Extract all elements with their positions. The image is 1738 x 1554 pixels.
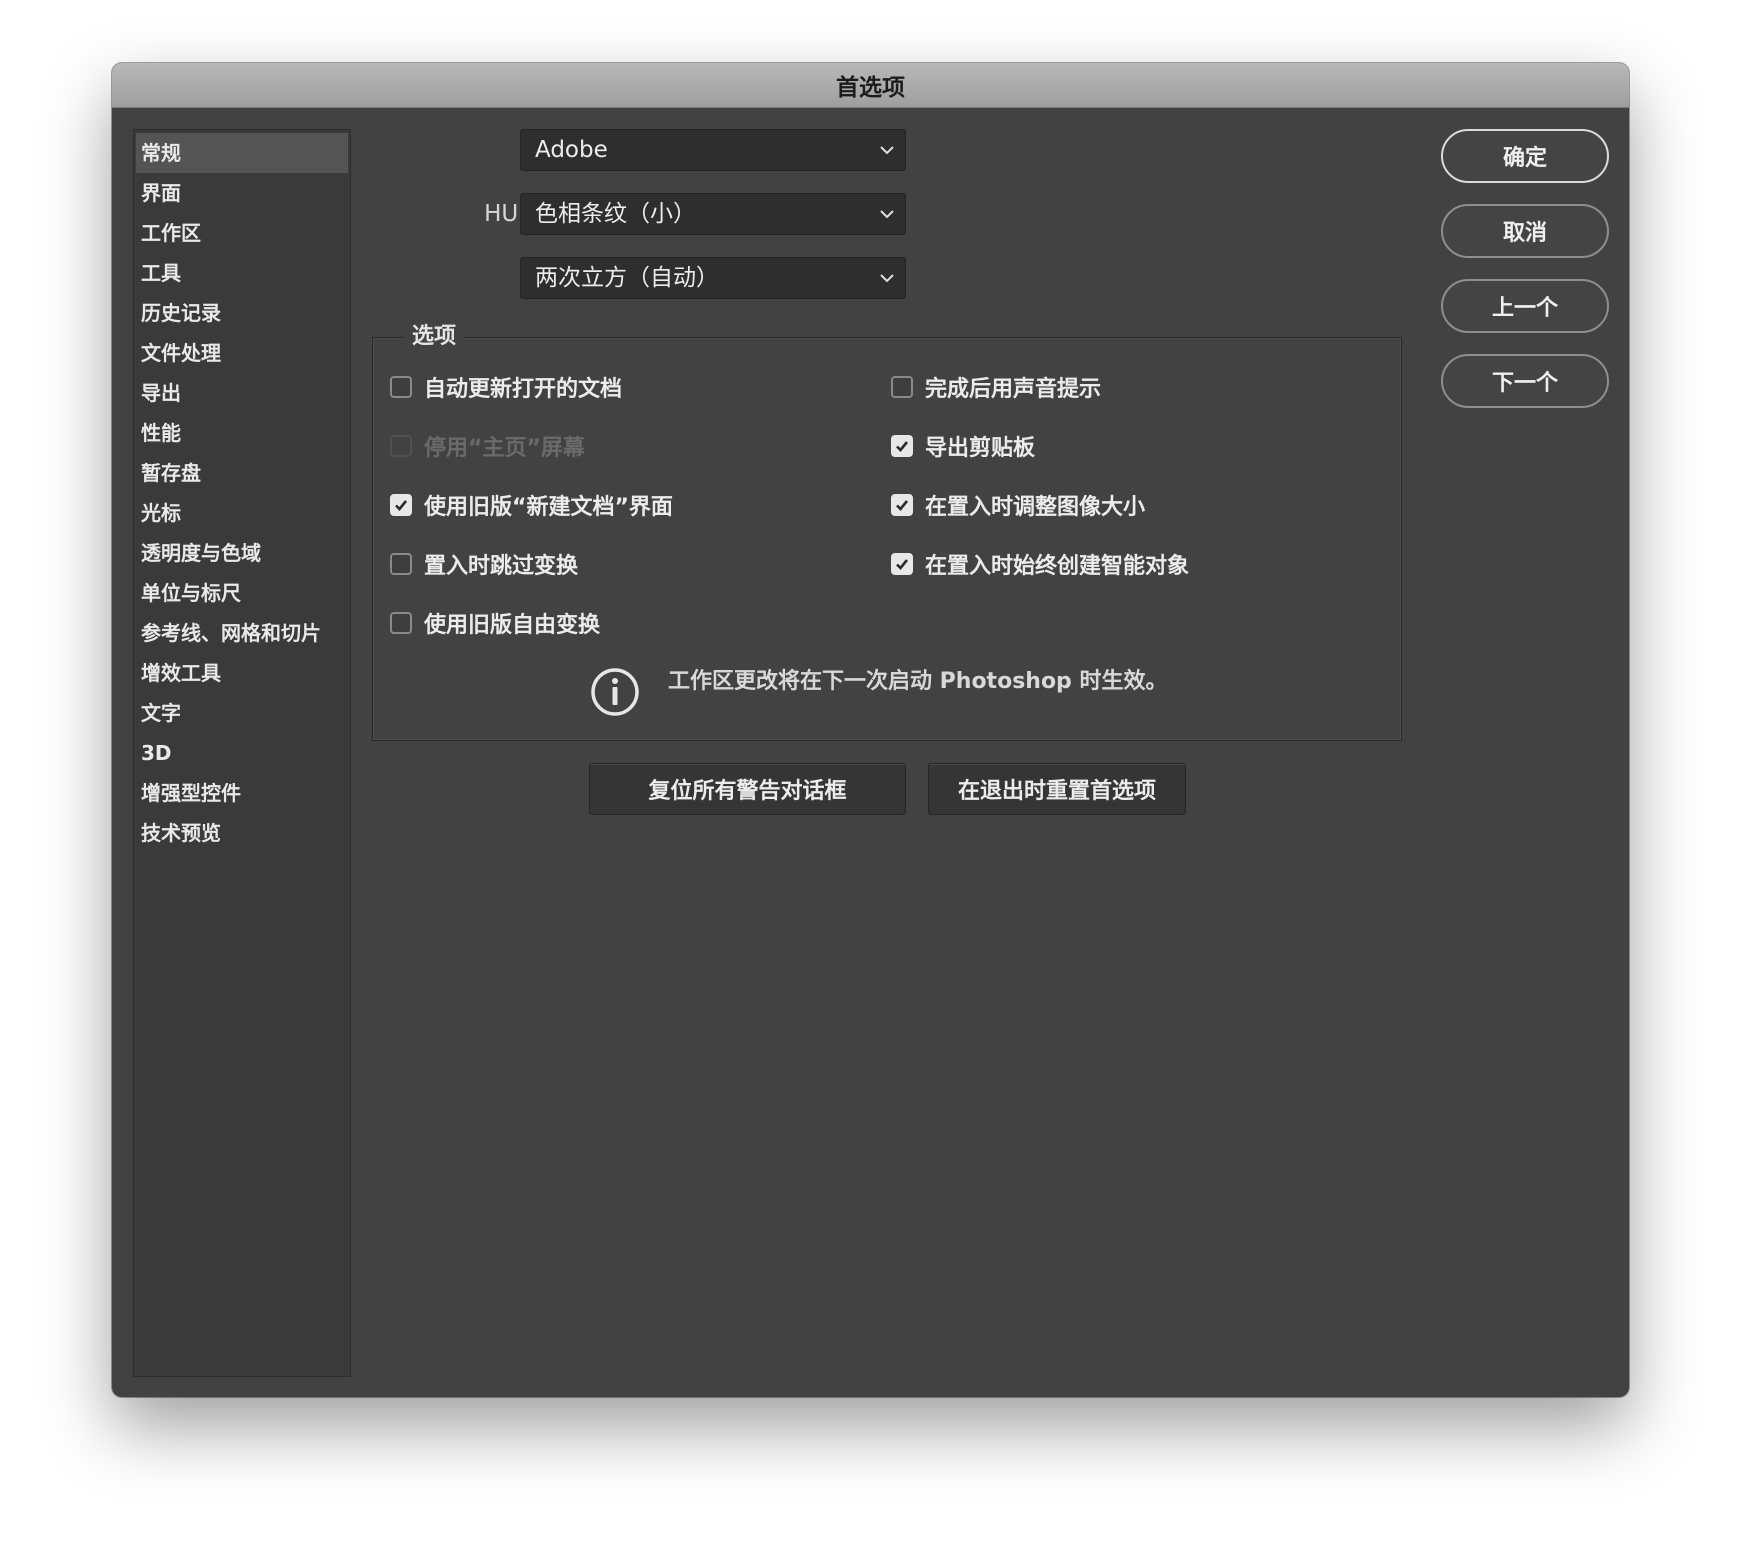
next-button[interactable]: 下一个 [1441, 354, 1609, 408]
sidebar-item-general[interactable]: 常规 [136, 133, 348, 173]
option-legacy-free-transform[interactable]: 使用旧版自由变换 [390, 608, 600, 638]
image-interpolation-select[interactable]: 两次立方（自动） [520, 257, 906, 299]
option-label: 使用旧版“新建文档”界面 [424, 495, 673, 520]
sidebar-item-cursors[interactable]: 光标 [134, 493, 350, 533]
info-message: 工作区更改将在下一次启动 Photoshop 时生效。 [668, 669, 1168, 694]
option-label: 置入时跳过变换 [424, 554, 579, 579]
hud-color-picker-value: 色相条纹（小） [535, 201, 696, 227]
sidebar-item-scratch-disks[interactable]: 暂存盘 [134, 453, 350, 493]
sidebar-item-export[interactable]: 导出 [134, 373, 350, 413]
color-picker-select[interactable]: Adobe [520, 129, 906, 171]
option-resize-on-place[interactable]: 在置入时调整图像大小 [891, 490, 1145, 520]
checkmark-icon [896, 559, 909, 570]
reset-all-warnings-button[interactable]: 复位所有警告对话框 [589, 763, 906, 815]
sidebar-item-history[interactable]: 历史记录 [134, 293, 350, 333]
checkmark-icon [896, 500, 909, 511]
option-beep-when-done[interactable]: 完成后用声音提示 [891, 372, 1101, 402]
checkmark-icon [395, 500, 408, 511]
chevron-down-icon [880, 210, 894, 219]
option-label: 在置入时调整图像大小 [925, 495, 1146, 520]
option-auto-update-docs[interactable]: 自动更新打开的文档 [390, 372, 622, 402]
preferences-dialog: 首选项 常规 界面 工作区 工具 历史记录 文件处理 导出 性能 暂存盘 光标 … [112, 63, 1629, 1397]
option-always-smart-objects[interactable]: 在置入时始终创建智能对象 [891, 549, 1189, 579]
sidebar-item-technology-previews[interactable]: 技术预览 [134, 813, 350, 853]
checkbox[interactable] [891, 376, 913, 398]
option-label: 在置入时始终创建智能对象 [925, 554, 1190, 579]
sidebar-item-tools[interactable]: 工具 [134, 253, 350, 293]
option-legacy-new-document[interactable]: 使用旧版“新建文档”界面 [390, 490, 673, 520]
info-icon [591, 668, 639, 716]
checkbox[interactable] [891, 494, 913, 516]
chevron-down-icon [880, 146, 894, 155]
sidebar-item-guides-grid-slices[interactable]: 参考线、网格和切片 [134, 613, 350, 653]
option-label: 停用“主页”屏幕 [424, 436, 585, 461]
sidebar-item-file-handling[interactable]: 文件处理 [134, 333, 350, 373]
sidebar-item-transparency-gamut[interactable]: 透明度与色域 [134, 533, 350, 573]
sidebar-item-3d[interactable]: 3D [134, 733, 350, 773]
hud-color-picker-select[interactable]: 色相条纹（小） [520, 193, 906, 235]
category-list[interactable]: 常规 界面 工作区 工具 历史记录 文件处理 导出 性能 暂存盘 光标 透明度与… [133, 129, 351, 1377]
checkbox[interactable] [390, 612, 412, 634]
checkbox[interactable] [891, 435, 913, 457]
sidebar-item-workspace[interactable]: 工作区 [134, 213, 350, 253]
option-label: 使用旧版自由变换 [424, 613, 601, 638]
sidebar-item-plugins[interactable]: 增效工具 [134, 653, 350, 693]
checkbox[interactable] [390, 553, 412, 575]
checkmark-icon [896, 441, 909, 452]
option-disable-home-screen: 停用“主页”屏幕 [390, 431, 585, 461]
cancel-button[interactable]: 取消 [1441, 204, 1609, 258]
color-picker-value: Adobe [535, 137, 608, 163]
chevron-down-icon [880, 274, 894, 283]
ok-button[interactable]: 确定 [1441, 129, 1609, 183]
option-label: 完成后用声音提示 [925, 377, 1102, 402]
sidebar-item-interface[interactable]: 界面 [134, 173, 350, 213]
reset-prefs-on-quit-button[interactable]: 在退出时重置首选项 [928, 763, 1186, 815]
sidebar-item-enhanced-controls[interactable]: 增强型控件 [134, 773, 350, 813]
checkbox [390, 435, 412, 457]
option-export-clipboard[interactable]: 导出剪贴板 [891, 431, 1035, 461]
option-skip-transform[interactable]: 置入时跳过变换 [390, 549, 578, 579]
window-title: 首选项 [836, 75, 905, 101]
sidebar-item-performance[interactable]: 性能 [134, 413, 350, 453]
options-group-title: 选项 [404, 320, 465, 354]
sidebar-item-units-rulers[interactable]: 单位与标尺 [134, 573, 350, 613]
option-label: 导出剪贴板 [925, 436, 1036, 461]
title-bar[interactable]: 首选项 [112, 63, 1629, 108]
checkbox[interactable] [891, 553, 913, 575]
image-interpolation-value: 两次立方（自动） [535, 265, 719, 291]
previous-button[interactable]: 上一个 [1441, 279, 1609, 333]
checkbox[interactable] [390, 494, 412, 516]
sidebar-item-type[interactable]: 文字 [134, 693, 350, 733]
option-label: 自动更新打开的文档 [424, 377, 623, 402]
checkbox[interactable] [390, 376, 412, 398]
